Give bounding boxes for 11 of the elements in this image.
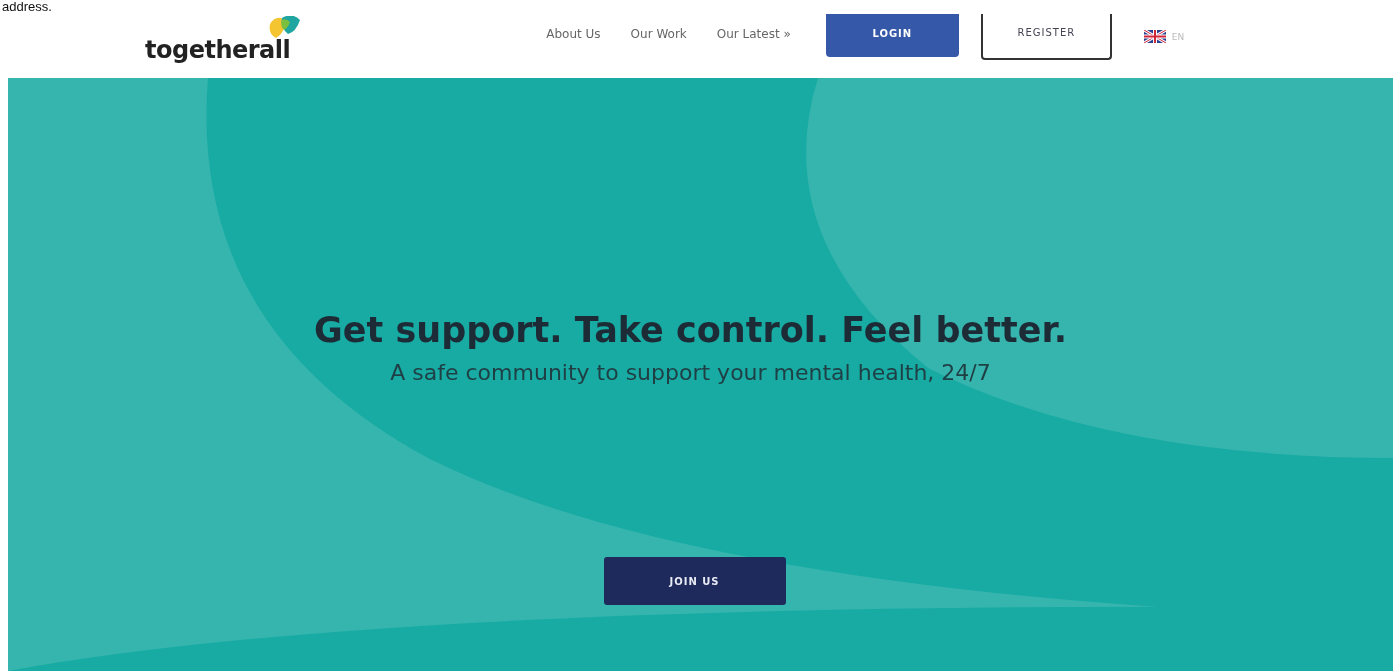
logo-text[interactable]: togetherall — [145, 36, 291, 64]
nav-link[interactable]: Our Work — [630, 27, 687, 41]
nav-link[interactable]: About Us — [546, 27, 601, 41]
flag-icon[interactable] — [1143, 30, 1166, 43]
hero-title: Get support. Take control. Feel better. — [314, 310, 1067, 350]
login-button[interactable]: LOGIN — [825, 14, 959, 57]
join-button[interactable]: JOIN US — [603, 557, 786, 605]
nav-link[interactable]: Our Latest » — [716, 27, 791, 41]
hero-subtitle: A safe community to support your mental health, 24/7 — [390, 360, 991, 385]
register-button[interactable]: REGISTER — [980, 14, 1112, 60]
caption-text: address. — [1, 0, 53, 14]
